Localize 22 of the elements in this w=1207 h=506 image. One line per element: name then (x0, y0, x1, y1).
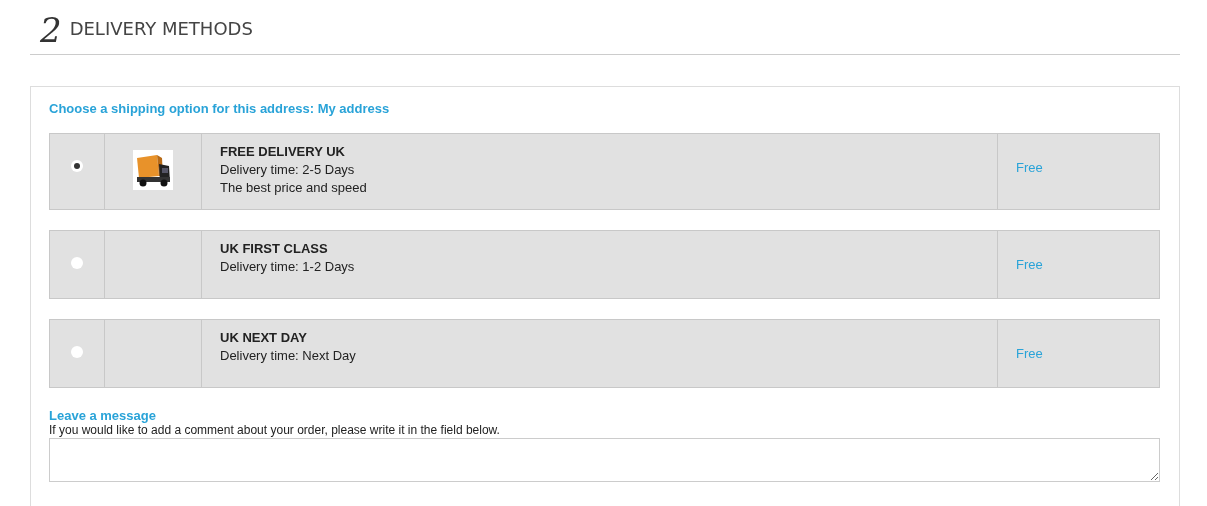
option-name: UK NEXT DAY (220, 329, 308, 347)
step-number: 2 (40, 13, 62, 47)
radio-button[interactable] (71, 160, 83, 172)
option-price: Free (1016, 257, 1043, 272)
section-title: DELIVERY METHODS (69, 17, 253, 39)
shipping-option[interactable]: UK FIRST CLASS Delivery time: 1-2 Days Free (49, 230, 1160, 299)
radio-button[interactable] (71, 257, 83, 269)
shipping-prompt: Choose a shipping option for this address: My address (49, 101, 391, 116)
option-detail: Delivery time: 2-5 Days (220, 161, 356, 179)
message-field[interactable] (49, 438, 1160, 482)
option-price: Free (1016, 346, 1043, 361)
radio-button[interactable] (71, 346, 83, 358)
option-price: Free (1016, 160, 1043, 175)
message-title: Leave a message (49, 408, 157, 423)
option-detail: The best price and speed (220, 179, 368, 197)
option-detail: Delivery time: Next Day (220, 347, 357, 365)
option-name: FREE DELIVERY UK (220, 143, 346, 161)
shipping-option[interactable]: FREE DELIVERY UK Delivery time: 2-5 Days The best price and speed Free (49, 133, 1160, 210)
message-hint: If you would like to add a comment about your order, please write it in the field below. (49, 423, 501, 437)
option-name: UK FIRST CLASS (220, 240, 329, 258)
option-detail: Delivery time: 1-2 Days (220, 258, 356, 276)
shipping-option[interactable]: UK NEXT DAY Delivery time: Next Day Free (49, 319, 1160, 388)
